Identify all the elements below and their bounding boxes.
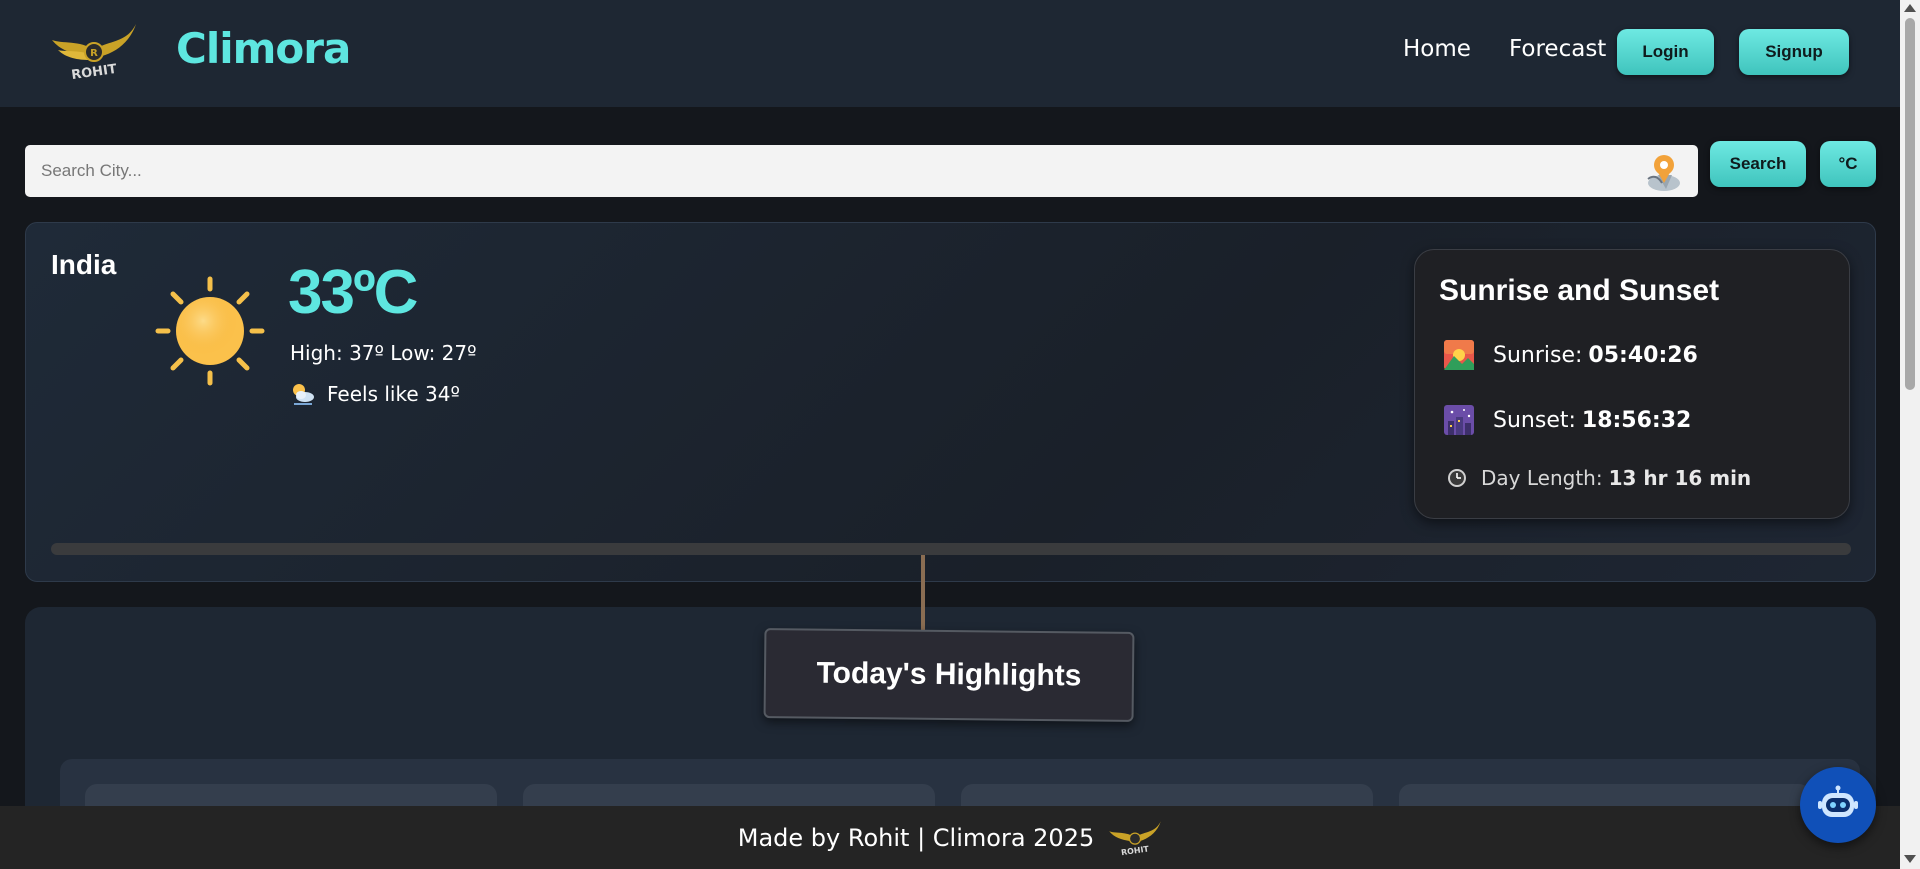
- sunset-label: Sunset:: [1493, 407, 1576, 433]
- robot-icon: [1818, 785, 1858, 825]
- sunrise-time: 05:40:26: [1588, 342, 1698, 368]
- rohit-logo[interactable]: R ROHIT: [50, 20, 138, 83]
- feels-like-text: Feels like 34º: [327, 382, 460, 406]
- sunrise-label: Sunrise:: [1493, 342, 1583, 368]
- highlights-sign: Today's Highlights: [763, 628, 1135, 722]
- sunset-time: 18:56:32: [1581, 407, 1692, 433]
- scroll-down-arrow-icon[interactable]: [1904, 855, 1916, 863]
- svg-text:ROHIT: ROHIT: [70, 62, 117, 82]
- sunrise-row: Sunrise: 05:40:26: [1444, 340, 1698, 370]
- day-length-value: 13 hr 16 min: [1608, 466, 1752, 490]
- sunset-icon: [1444, 405, 1474, 435]
- current-weather-card: India 33ºC High: 37º Low: 27º Feels like…: [25, 222, 1876, 582]
- high-low-temps: High: 37º Low: 27º: [290, 341, 477, 365]
- sun-icon: [154, 275, 266, 387]
- login-button[interactable]: Login: [1617, 29, 1714, 75]
- scroll-thumb[interactable]: [1905, 18, 1915, 390]
- temperature-value: 33ºC: [288, 258, 418, 327]
- scroll-up-arrow-icon[interactable]: [1904, 4, 1916, 12]
- sun-card-title: Sunrise and Sunset: [1439, 274, 1720, 307]
- highlights-title: Today's Highlights: [816, 656, 1082, 693]
- sign-string: [921, 555, 925, 631]
- brand-title[interactable]: Climora: [176, 24, 351, 73]
- footer-text: Made by Rohit | Climora 2025: [737, 823, 1095, 852]
- footer: Made by Rohit | Climora 2025 ROHIT: [0, 806, 1900, 869]
- search-button[interactable]: Search: [1710, 141, 1806, 187]
- nav-forecast-link[interactable]: Forecast: [1509, 36, 1606, 62]
- svg-text:ROHIT: ROHIT: [1121, 844, 1151, 857]
- footer-logo: ROHIT: [1108, 815, 1162, 861]
- cloud-sun-icon: [290, 381, 316, 407]
- sunset-row: Sunset: 18:56:32: [1444, 405, 1691, 435]
- feels-like-row: Feels like 34º: [290, 381, 460, 407]
- svg-text:R: R: [90, 48, 98, 59]
- search-bar: [25, 145, 1698, 197]
- sunrise-sunset-card: Sunrise and Sunset Sunrise: 05:40:26 Sun…: [1414, 249, 1850, 519]
- day-progress-track: [51, 543, 1851, 555]
- clock-icon: [1447, 468, 1467, 488]
- location-name: India: [51, 249, 117, 280]
- day-length-row: Day Length: 13 hr 16 min: [1447, 466, 1751, 490]
- top-navbar: R ROHIT Climora Home Forecast Login Sign…: [0, 0, 1900, 107]
- location-pin-icon[interactable]: [1640, 149, 1686, 195]
- sunrise-icon: [1444, 340, 1474, 370]
- search-input[interactable]: [41, 145, 1621, 197]
- chatbot-button[interactable]: [1800, 767, 1876, 843]
- signup-button[interactable]: Signup: [1739, 29, 1849, 75]
- page-scrollbar[interactable]: [1900, 0, 1920, 869]
- unit-toggle-button[interactable]: °C: [1820, 141, 1876, 187]
- nav-home-link[interactable]: Home: [1403, 36, 1471, 62]
- day-length-label: Day Length:: [1481, 466, 1603, 490]
